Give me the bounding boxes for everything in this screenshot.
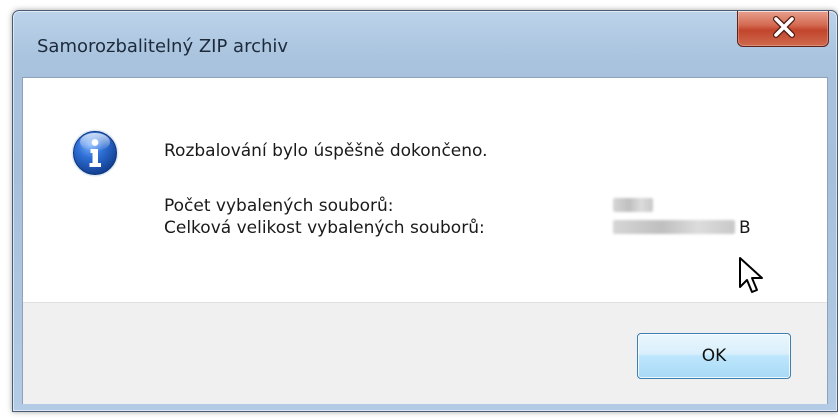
info-icon bbox=[71, 129, 119, 177]
dialog-window: Samorozbalitelný ZIP archiv Rozbalování … bbox=[12, 10, 838, 412]
file-count-label: Počet vybalených souborů: bbox=[164, 196, 394, 216]
file-count-value bbox=[613, 196, 653, 216]
close-icon bbox=[773, 16, 795, 38]
redacted-size bbox=[613, 220, 735, 234]
total-size-label: Celková velikost vybalených souborů: bbox=[164, 218, 485, 238]
desktop: Samorozbalitelný ZIP archiv Rozbalování … bbox=[0, 0, 838, 418]
title-bar[interactable]: Samorozbalitelný ZIP archiv bbox=[13, 11, 837, 77]
size-unit: B bbox=[739, 218, 751, 238]
redacted-count bbox=[613, 198, 653, 212]
close-button[interactable] bbox=[737, 11, 829, 47]
ok-button[interactable]: OK bbox=[637, 333, 791, 379]
window-title: Samorozbalitelný ZIP archiv bbox=[37, 36, 289, 57]
message-area: Rozbalování bylo úspěšně dokončeno. Poče… bbox=[23, 78, 827, 302]
total-size-value: B bbox=[613, 218, 751, 238]
dialog-content: Rozbalování bylo úspěšně dokončeno. Poče… bbox=[22, 77, 828, 404]
result-message: Rozbalování bylo úspěšně dokončeno. bbox=[164, 141, 488, 161]
button-bar: OK bbox=[23, 302, 827, 404]
